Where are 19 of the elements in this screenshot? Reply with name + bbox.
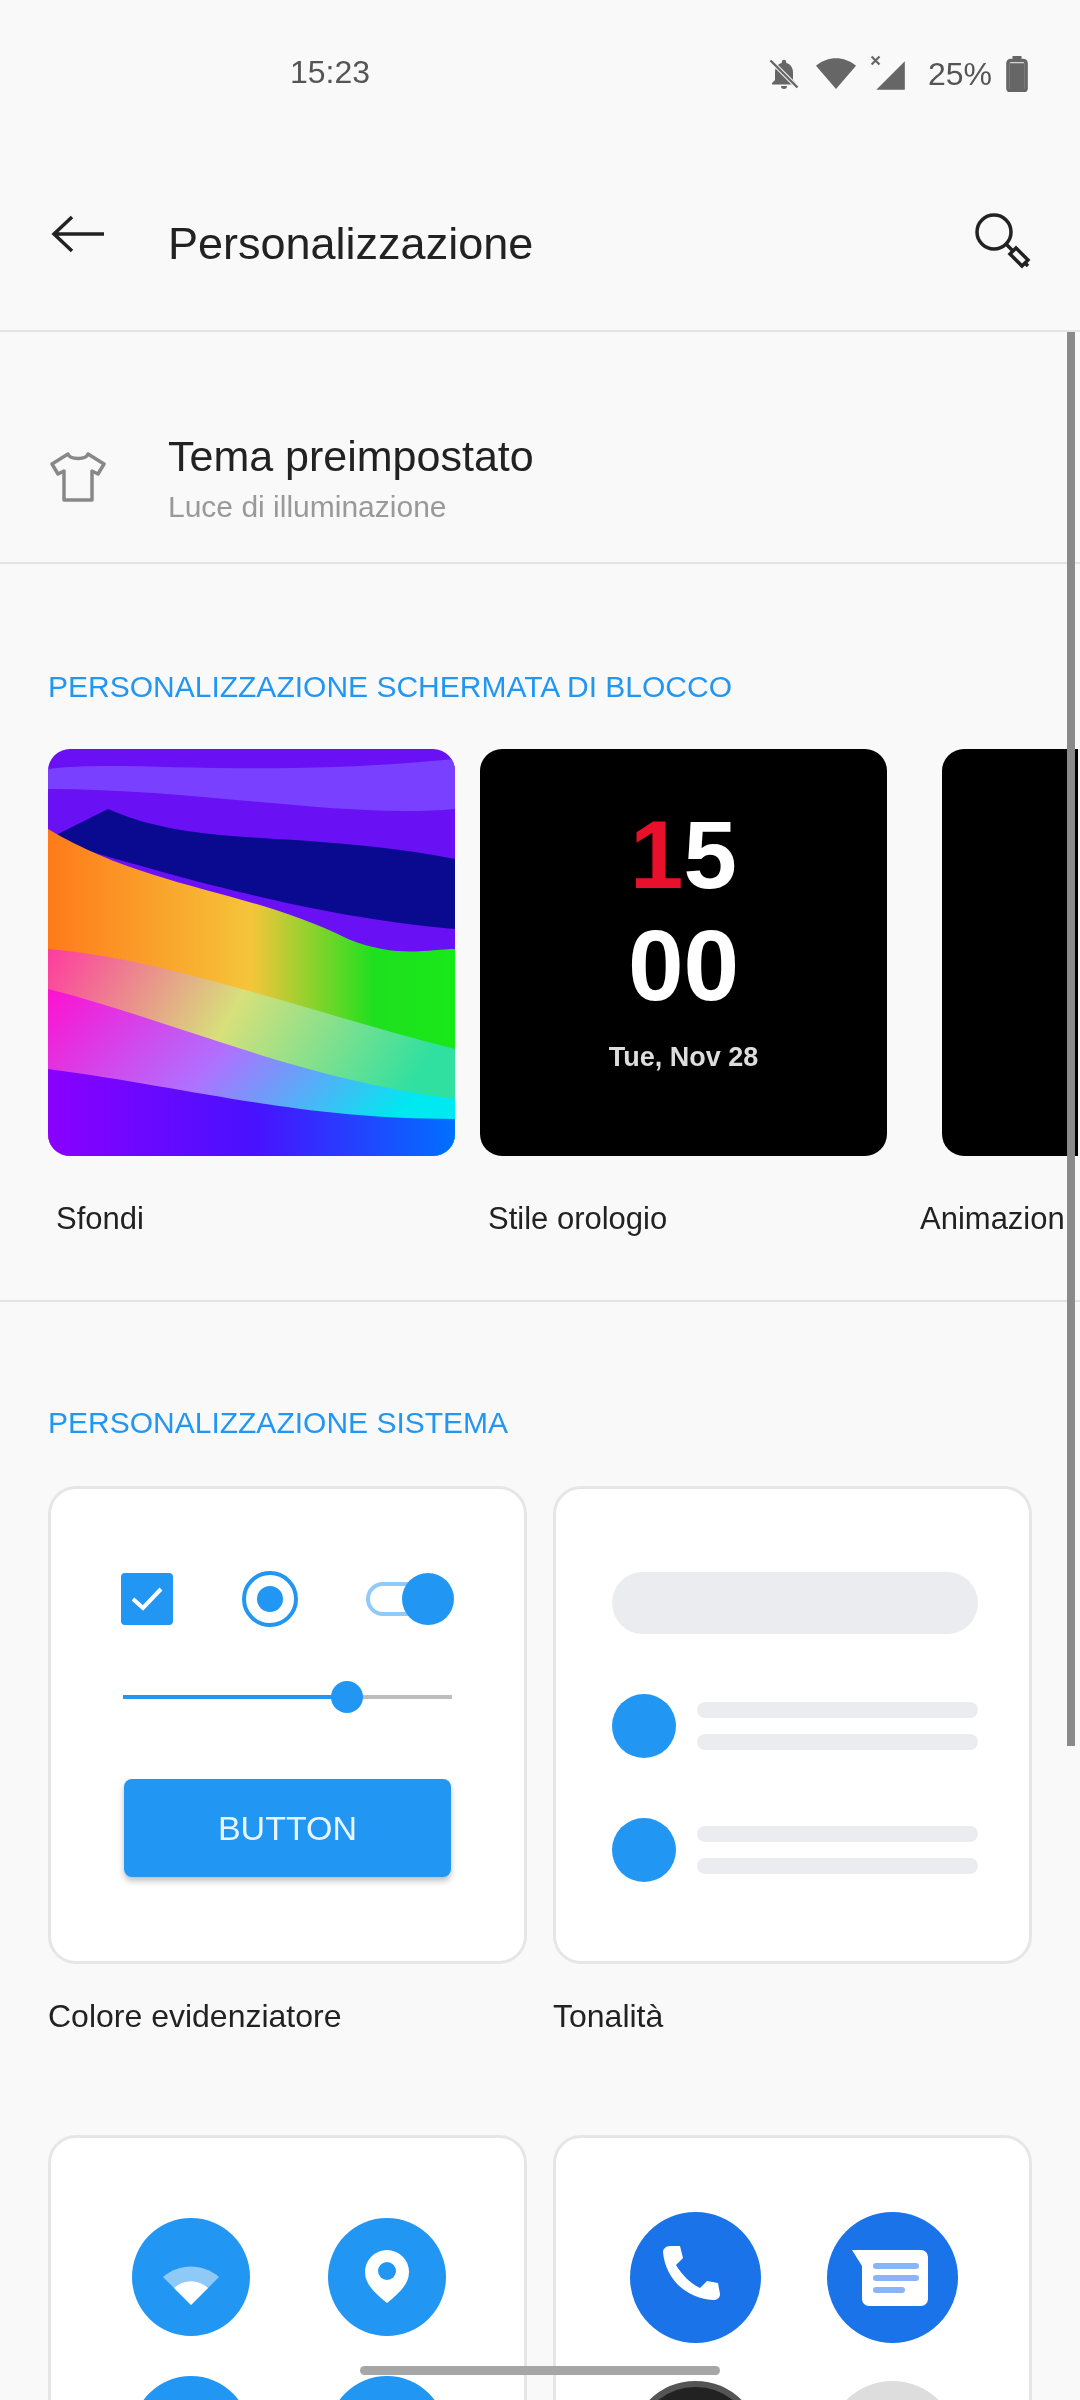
theme-subtitle: Luce di illuminazione xyxy=(168,489,447,525)
theme-row[interactable]: Tema preimpostato Luce di illuminazione xyxy=(0,332,1080,562)
preview-label: Colore evidenziatore xyxy=(48,1997,343,2036)
preview-label: Tonalità xyxy=(553,1997,665,2036)
preview-label: Stile orologio xyxy=(487,1200,669,1238)
page-title: Personalizzazione xyxy=(168,217,534,271)
clock-preview[interactable]: 15 00 Tue, Nov 28 xyxy=(480,749,887,1156)
clock-hour-ones: 5 xyxy=(683,807,737,903)
status-time: 15:23 xyxy=(290,53,371,92)
clock-hour-tens: 1 xyxy=(630,807,684,903)
preview-label: Animazion xyxy=(920,1200,1066,1238)
section-heading: PERSONALIZZAZIONE SISTEMA xyxy=(48,1405,510,1436)
sample-button: BUTTON xyxy=(124,1779,451,1877)
clock-date: Tue, Nov 28 xyxy=(608,1041,759,1074)
preview-label: Sfondi xyxy=(55,1200,145,1238)
theme-title: Tema preimpostato xyxy=(168,431,534,482)
section-heading: PERSONALIZZAZIONE SCHERMATA DI BLOCCO xyxy=(48,669,732,705)
clock-minutes: 00 xyxy=(627,915,740,1015)
battery-percent: 25% xyxy=(927,55,992,94)
